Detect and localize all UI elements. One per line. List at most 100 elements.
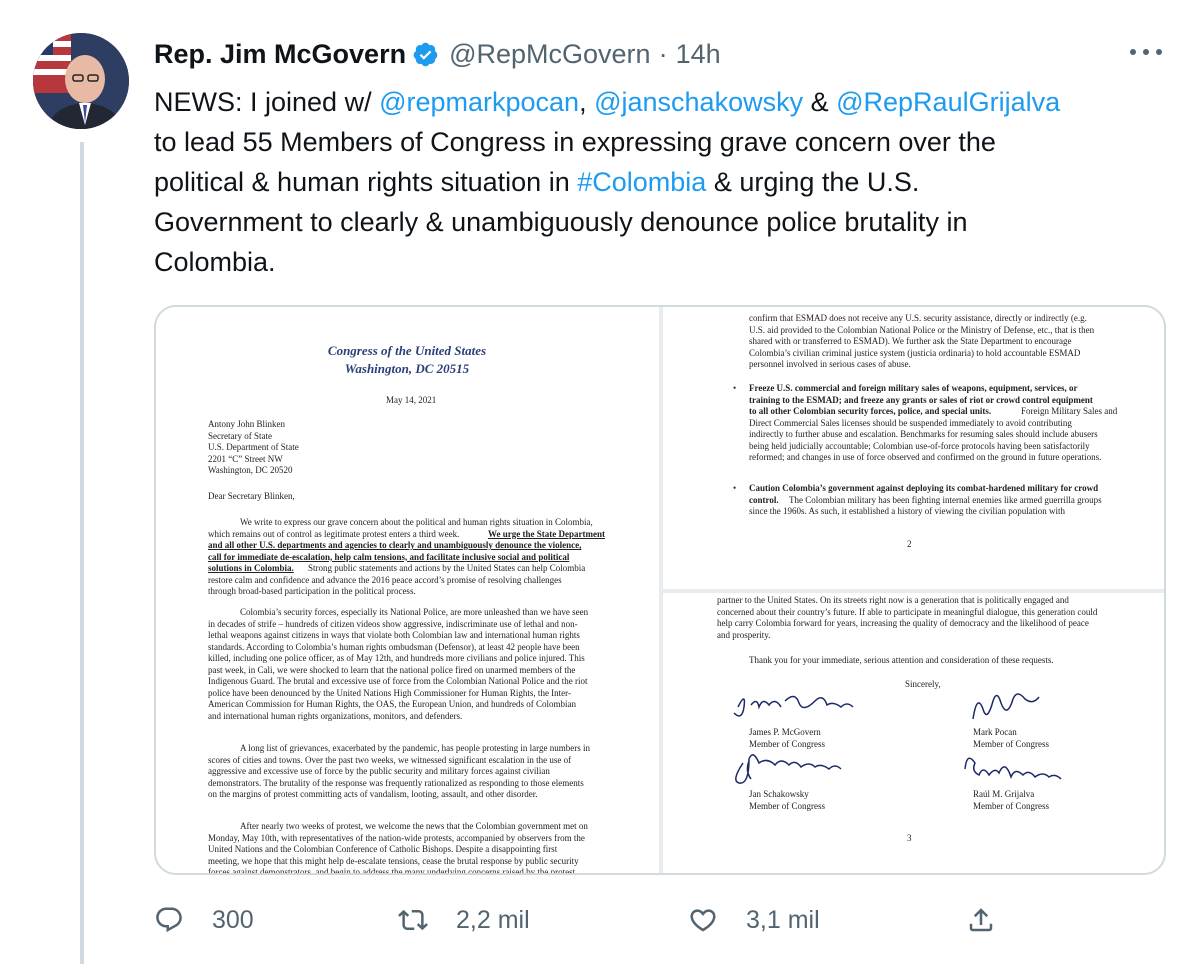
letter-text-line: Thank you for your immediate, serious at… (749, 655, 1054, 665)
signature-grijalva (964, 757, 1062, 780)
letter-text-line: Colombia’s security forces, especially i… (240, 607, 589, 617)
avatar-photo (33, 33, 129, 129)
letter-text-line: indirectly to further abuse and escalati… (749, 429, 1098, 439)
signer-role: Member of Congress (749, 800, 825, 811)
reply-button[interactable]: 300 (154, 900, 254, 940)
heart-icon (690, 909, 716, 932)
letter-date: May 14, 2021 (386, 395, 437, 405)
author-handle[interactable]: @RepMcGovern (449, 39, 650, 70)
tweet-actions-bar: 300 2,2 mil 3,1 mil (154, 900, 1166, 940)
letter-text-line: control. (749, 494, 779, 505)
letter-text-line: Colombia’s civilian criminal justice sys… (749, 347, 1081, 358)
letter-text-line: United Nations and the Colombian Confere… (208, 844, 558, 854)
letter-text-line: aggressive and excessive use of force by… (208, 766, 550, 776)
share-button[interactable] (966, 900, 996, 940)
tweet-media-image[interactable]: Congress of the United States Washington… (154, 305, 1166, 875)
letterhead-title: Congress of the United States (327, 343, 487, 358)
verified-badge-icon (413, 42, 438, 66)
letterhead-address: Washington, DC 20515 (344, 361, 470, 376)
letter-text-line: The Colombian military has been fighting… (789, 494, 1102, 505)
letter-text-line: in decades of strife – hundreds of citiz… (208, 618, 578, 629)
reply-count: 300 (212, 905, 254, 934)
letter-text-line: meeting, we hope that this might help de… (208, 855, 579, 866)
signature-pocan (972, 693, 1040, 720)
letter-text-line: Freeze U.S. commercial and foreign milit… (749, 383, 1078, 393)
letter-text-line: solutions in Colombia. (208, 563, 294, 573)
mention-link[interactable]: @repmarkpocan (379, 87, 579, 117)
letter-text-line: restore calm and confidence and advance … (208, 574, 562, 585)
retweet-count: 2,2 mil (456, 905, 530, 934)
letter-text-line: Caution Colombia’s government against de… (749, 483, 1099, 493)
signature-schakowsky (735, 754, 842, 784)
mention-link[interactable]: @RepRaulGrijalva (836, 87, 1060, 117)
letter-page-2: confirm that ESMAD does not receive any … (663, 307, 1164, 589)
letter-text-line: police have been denounced by the United… (208, 687, 571, 698)
letter-text-line: concerned about their country’s future. … (717, 606, 1098, 617)
tweet-text-segment: Colombia. (154, 247, 276, 277)
tweet-text-line: NEWS: I joined w/ @repmarkpocan, @jansch… (154, 82, 1154, 122)
recipient-address-line: U.S. Department of State (208, 442, 299, 452)
letter-text-line: through broad-based participation in the… (208, 586, 416, 596)
letter-text-line: which remains out of control as legitima… (208, 528, 460, 539)
retweet-button[interactable]: 2,2 mil (398, 900, 530, 940)
letter-text-line: training to the ESMAD; and freeze any gr… (749, 394, 1093, 405)
recipient-address-line: 2201 “C” Street NW (208, 453, 283, 464)
header-separator: · (658, 38, 668, 69)
mention-link[interactable]: @janschakowsky (594, 87, 803, 117)
letter-text-line: past week, in Cali, we were shocked to l… (208, 664, 576, 675)
letter-text-line: We write to express our grave concern ab… (240, 517, 593, 527)
page-number: 3 (907, 833, 912, 843)
signer-role: Member of Congress (973, 738, 1049, 749)
letter-text-line: scores of cities and towns. Over the pas… (208, 754, 572, 765)
salutation: Dear Secretary Blinken, (208, 491, 295, 501)
tweet-text-line: to lead 55 Members of Congress in expres… (154, 122, 1154, 162)
letter-text-line: help carry Colombia forward for years, i… (717, 618, 1089, 628)
tweet-text-line: political & human rights situation in #C… (154, 162, 1154, 202)
letter-text-line: being held judicially accountable; Colom… (749, 440, 1090, 451)
signer-name: Jan Schakowsky (749, 789, 809, 799)
author-name[interactable]: Rep. Jim McGovern (154, 39, 406, 70)
letter-text-line: We urge the State Department (488, 528, 605, 539)
letter-text-line: call for immediate de-escalation, help c… (208, 551, 570, 562)
like-button[interactable]: 3,1 mil (688, 900, 820, 940)
bullet-marker: • (733, 383, 737, 393)
more-options-icon[interactable] (1126, 40, 1166, 64)
letter-text-line: partner to the United States. On its str… (717, 595, 1069, 605)
tweet-text-segment: to lead 55 Members of Congress in expres… (154, 127, 996, 157)
avatar[interactable] (33, 33, 129, 129)
letter-text-line: After nearly two weeks of protest, we we… (240, 821, 588, 831)
recipient-address-line: Secretary of State (208, 430, 272, 441)
letter-text-line: and prosperity. (717, 629, 771, 640)
signer-role: Member of Congress (973, 800, 1049, 811)
letter-text-line: demonstrators. The brutality of the resp… (208, 777, 584, 788)
signer-name: James P. McGovern (749, 727, 821, 737)
page-number: 2 (907, 539, 912, 549)
letter-text-line: reformed; and changes in use of force ob… (749, 452, 1102, 462)
tweet-text-segment: Government to clearly & unambiguously de… (154, 207, 968, 237)
tweet-text-line: Colombia. (154, 242, 1154, 282)
letter-text-line: and all other U.S. departments and agenc… (208, 540, 582, 550)
tweet-text-segment: NEWS: I joined w/ (154, 87, 380, 117)
letter-text-line: Indigenous Guard. The brutal and excessi… (208, 676, 588, 686)
letter-text-line: lethal weapons against citizens in ways … (208, 630, 580, 640)
reply-icon (156, 907, 182, 933)
letter-text-line: on the margins of protest committing act… (208, 789, 538, 799)
letter-text-line: A long list of grievances, exacerbated b… (240, 743, 590, 753)
share-icon (969, 908, 993, 932)
letter-text-line: Strong public statements and actions by … (308, 563, 586, 573)
letter-page-3: partner to the United States. On its str… (663, 593, 1164, 873)
letter-text-line: since the 1960s. As such, it established… (749, 506, 1065, 516)
tweet-timestamp[interactable]: 14h (676, 39, 721, 70)
letter-text-line: U.S. aid provided to the Colombian Natio… (749, 324, 1095, 335)
tweet-header: Rep. Jim McGovern @RepMcGovern · 14h (154, 34, 721, 74)
tweet-text-segment: political & human rights situation in (154, 167, 578, 197)
tweet-text: NEWS: I joined w/ @repmarkpocan, @jansch… (154, 82, 1154, 282)
hashtag-link[interactable]: #Colombia (577, 167, 706, 197)
signature-mcgovern (733, 695, 854, 717)
closing: Sincerely, (905, 679, 941, 689)
letter-text-line: killed, including one police officer, as… (208, 653, 585, 663)
signer-name: Raúl M. Grijalva (973, 789, 1035, 799)
letter-text-line: standards. According to Colombia’s human… (208, 641, 580, 652)
thread-connector-line (80, 142, 84, 964)
signer-name: Mark Pocan (973, 727, 1017, 737)
